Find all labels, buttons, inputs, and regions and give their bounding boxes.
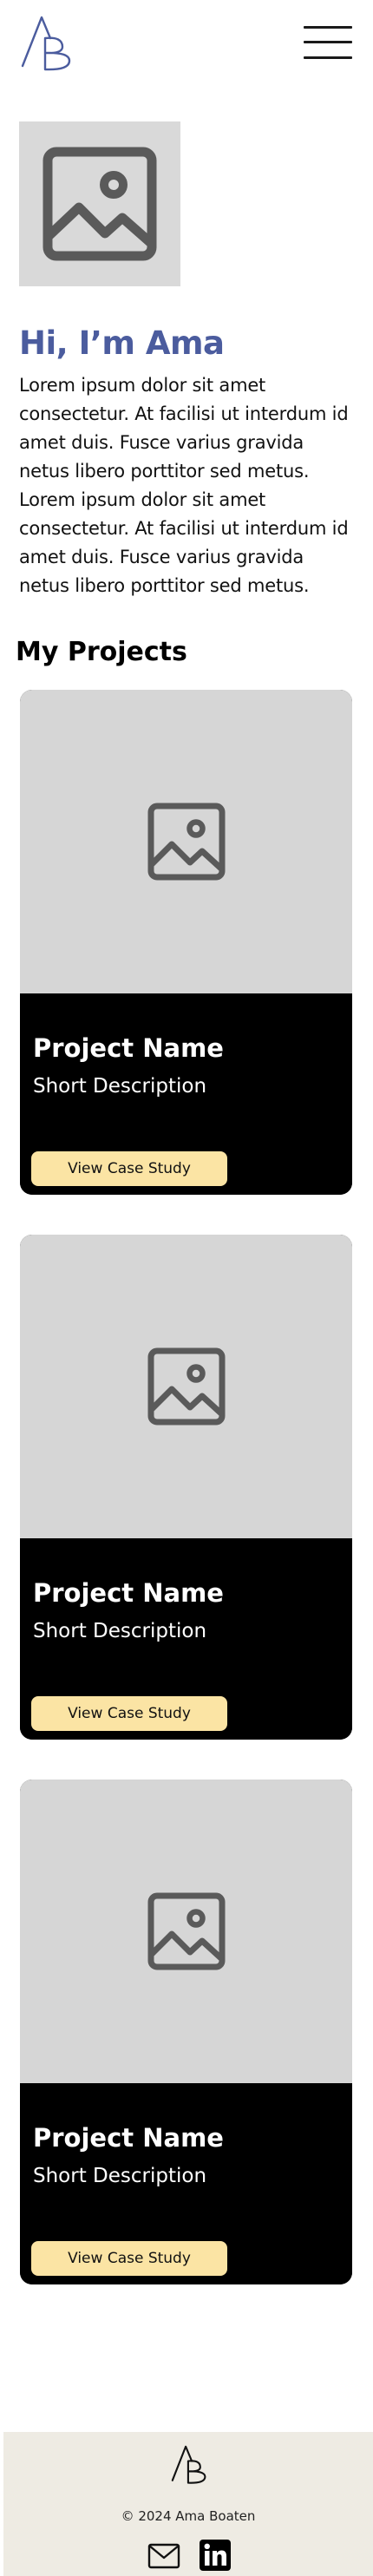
project-card: Project Name Short Description View Case… (20, 690, 352, 1195)
view-case-study-button[interactable]: View Case Study (31, 2241, 227, 2276)
project-description: Short Description (33, 1620, 207, 1642)
project-name: Project Name (33, 1033, 224, 1063)
project-description: Short Description (33, 2165, 207, 2187)
view-case-study-button[interactable]: View Case Study (31, 1151, 227, 1186)
project-image-placeholder (20, 1780, 352, 2083)
footer: © 2024 Ama Boaten (3, 2432, 373, 2576)
view-case-study-button[interactable]: View Case Study (31, 1696, 227, 1731)
project-name: Project Name (33, 2123, 224, 2153)
project-image-placeholder (20, 690, 352, 993)
image-placeholder-icon (43, 147, 157, 261)
mail-icon[interactable] (147, 2543, 180, 2569)
project-card-body: Project Name Short Description View Case… (20, 993, 352, 1195)
header (0, 0, 373, 87)
hero-title: Hi, I’m Ama (19, 324, 225, 362)
section-title-projects: My Projects (16, 637, 187, 667)
project-card: Project Name Short Description View Case… (20, 1235, 352, 1740)
image-placeholder-icon (147, 1347, 225, 1426)
hero-bio: Lorem ipsum dolor sit amet consectetur. … (19, 375, 349, 596)
image-placeholder-icon (147, 1892, 225, 1970)
profile-image-placeholder (19, 121, 180, 286)
project-name: Project Name (33, 1578, 224, 1608)
image-placeholder-icon (147, 803, 225, 881)
project-card-body: Project Name Short Description View Case… (20, 2083, 352, 2284)
ab-monogram-logo[interactable] (19, 12, 76, 73)
copyright-text: © 2024 Ama Boaten (121, 2508, 256, 2524)
project-description: Short Description (33, 1075, 207, 1098)
linkedin-icon[interactable] (200, 2540, 231, 2571)
project-image-placeholder (20, 1235, 352, 1538)
project-card: Project Name Short Description View Case… (20, 1780, 352, 2284)
ab-monogram-logo[interactable] (170, 2442, 210, 2486)
project-card-body: Project Name Short Description View Case… (20, 1538, 352, 1740)
hamburger-menu-icon[interactable] (304, 23, 352, 62)
